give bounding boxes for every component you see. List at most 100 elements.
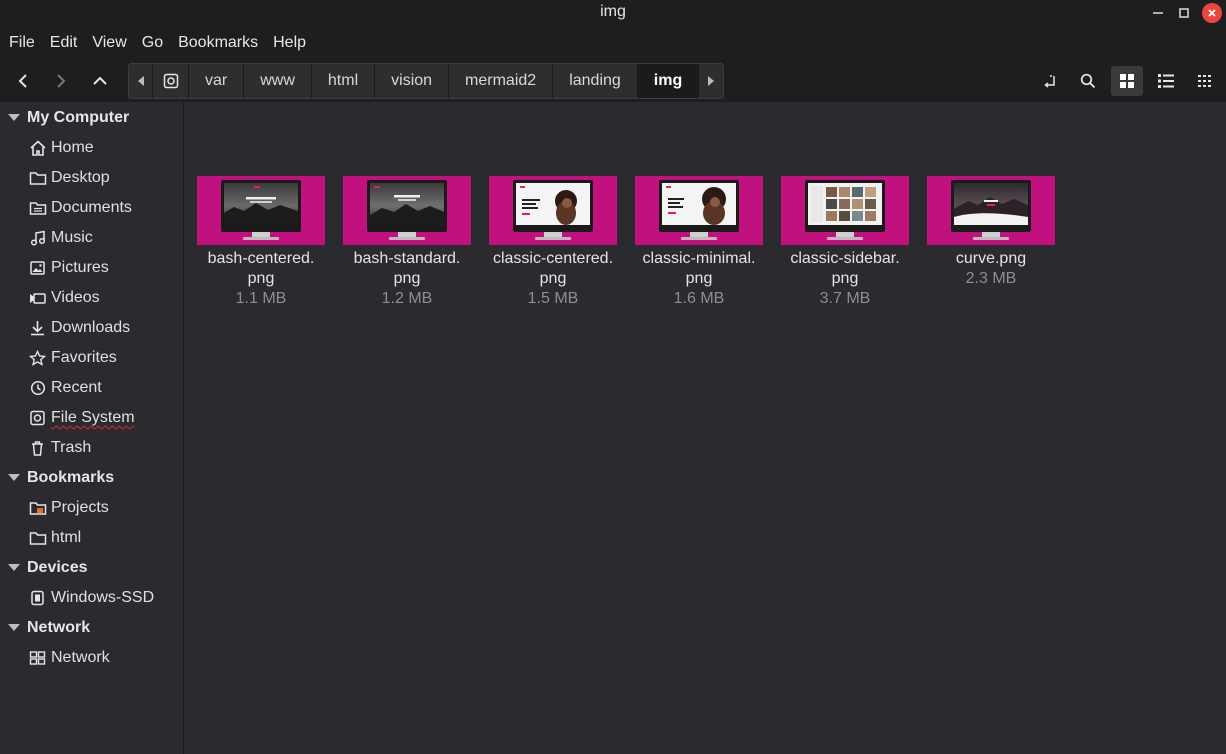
close-icon <box>1208 9 1216 17</box>
breadcrumb-img[interactable]: img <box>637 64 700 98</box>
trash-icon <box>32 441 43 456</box>
file-name-ext: png <box>685 270 713 287</box>
network-icon <box>29 651 46 665</box>
sidebar-item-label: Recent <box>51 379 102 396</box>
sidebar-item-label: File System <box>51 409 135 426</box>
sidebar-item-documents[interactable]: Documents <box>29 195 132 221</box>
menu-bookmarks[interactable]: Bookmarks <box>178 34 258 52</box>
menu-file[interactable]: File <box>9 34 35 52</box>
chevron-right-icon <box>57 74 66 88</box>
sidebar-item-file-system[interactable]: File System <box>29 405 135 431</box>
list-view-icon <box>1158 74 1174 88</box>
file-name-ext: png <box>247 270 275 287</box>
sidebar-section-network[interactable]: Network <box>0 615 90 641</box>
file-size: 2.3 MB <box>965 270 1017 287</box>
list-view-button[interactable] <box>1150 66 1182 96</box>
file-thumbnail <box>489 176 617 245</box>
sidebar-item-label: Downloads <box>51 319 131 336</box>
breadcrumb-var[interactable]: var <box>189 64 245 98</box>
sidebar-section-devices[interactable]: Devices <box>0 555 88 581</box>
file-size: 1.2 MB <box>381 290 433 307</box>
close-button[interactable] <box>1202 3 1222 23</box>
breadcrumb-html[interactable]: html <box>312 64 376 98</box>
toggle-location-button[interactable] <box>1034 66 1066 96</box>
breadcrumb-root[interactable] <box>153 64 189 98</box>
sidebar-item-label: Videos <box>51 289 100 306</box>
breadcrumb-vision[interactable]: vision <box>375 64 450 98</box>
sidebar-item-projects[interactable]: Projects <box>29 495 109 521</box>
file-item[interactable]: curve.png 2.3 MB <box>925 176 1057 289</box>
file-name: bash-standard. <box>353 250 461 267</box>
sidebar-item-music[interactable]: Music <box>29 225 93 251</box>
breadcrumb-scroll-right[interactable] <box>699 64 723 98</box>
sidebar-section-my-computer[interactable]: My Computer <box>0 105 129 131</box>
expand-triangle-icon <box>7 564 20 571</box>
sidebar-item-recent[interactable]: Recent <box>29 375 102 401</box>
file-item[interactable]: bash-standard. png 1.2 MB <box>341 176 473 309</box>
sidebar-item-label: Home <box>51 139 94 156</box>
compact-view-button[interactable] <box>1189 66 1221 96</box>
document-icon <box>29 202 47 215</box>
sidebar-item-favorites[interactable]: Favorites <box>29 345 117 371</box>
picture-icon <box>30 261 45 275</box>
triangle-left-icon <box>137 76 144 86</box>
breadcrumb-scroll-left[interactable] <box>129 64 153 98</box>
expand-triangle-icon <box>7 624 20 631</box>
file-name: classic-sidebar. <box>790 250 900 267</box>
folder-icon <box>29 502 47 515</box>
recent-icon <box>30 380 46 396</box>
music-icon <box>30 230 46 246</box>
expand-triangle-icon <box>7 114 20 121</box>
sidebar-item-home[interactable]: Home <box>29 135 94 161</box>
sidebar-item-pictures[interactable]: Pictures <box>29 255 109 281</box>
icon-view-button[interactable] <box>1111 66 1143 96</box>
minimize-icon <box>1153 12 1163 14</box>
search-icon <box>1080 73 1096 89</box>
sidebar-item-desktop[interactable]: Desktop <box>29 165 110 191</box>
home-icon <box>30 140 46 156</box>
sidebar-section-bookmarks[interactable]: Bookmarks <box>0 465 114 491</box>
search-button[interactable] <box>1072 66 1104 96</box>
minimize-button[interactable] <box>1148 3 1168 23</box>
menu-go[interactable]: Go <box>142 34 163 52</box>
menu-help[interactable]: Help <box>273 34 306 52</box>
file-item[interactable]: classic-minimal. png 1.6 MB <box>633 176 765 309</box>
file-thumbnail <box>927 176 1055 245</box>
chevron-up-icon <box>93 76 107 85</box>
sidebar-item-html[interactable]: html <box>29 525 81 551</box>
menu-bar: File Edit View Go Bookmarks Help <box>0 26 1226 60</box>
sidebar-item-label: Windows-SSD <box>51 589 155 606</box>
expand-triangle-icon <box>7 474 20 481</box>
menu-view[interactable]: View <box>92 34 126 52</box>
folder-icon <box>29 532 47 545</box>
forward-button[interactable] <box>46 66 76 96</box>
file-size: 1.1 MB <box>235 290 287 307</box>
drive-icon <box>31 590 44 606</box>
sidebar-item-label: Desktop <box>51 169 110 186</box>
breadcrumb-landing[interactable]: landing <box>553 64 638 98</box>
sidebar-section-title: Devices <box>27 559 88 576</box>
sidebar-item-label: Music <box>51 229 93 246</box>
file-item[interactable]: classic-centered. png 1.5 MB <box>487 176 619 309</box>
breadcrumb-www[interactable]: www <box>244 64 312 98</box>
maximize-button[interactable] <box>1174 3 1194 23</box>
sidebar-item-videos[interactable]: Videos <box>29 285 100 311</box>
file-size: 1.6 MB <box>673 290 725 307</box>
title-bar: img <box>0 0 1226 26</box>
sidebar-item-trash[interactable]: Trash <box>29 435 91 461</box>
sidebar-item-label: Network <box>51 649 110 666</box>
breadcrumb-mermaid2[interactable]: mermaid2 <box>449 64 554 98</box>
up-button[interactable] <box>85 66 115 96</box>
file-name: curve.png <box>955 250 1027 267</box>
file-view[interactable]: bash-centered. png 1.1 MB bash-standard.… <box>185 102 1226 754</box>
location-toggle-icon <box>1044 75 1055 88</box>
file-item[interactable]: classic-sidebar. png 3.7 MB <box>779 176 911 309</box>
file-thumbnail <box>197 176 325 245</box>
file-name-ext: png <box>831 270 859 287</box>
file-item[interactable]: bash-centered. png 1.1 MB <box>195 176 327 309</box>
sidebar-item-windows-ssd[interactable]: Windows-SSD <box>29 585 154 611</box>
sidebar-item-network[interactable]: Network <box>29 645 110 671</box>
menu-edit[interactable]: Edit <box>50 34 78 52</box>
back-button[interactable] <box>8 66 38 96</box>
sidebar-item-downloads[interactable]: Downloads <box>29 315 130 341</box>
